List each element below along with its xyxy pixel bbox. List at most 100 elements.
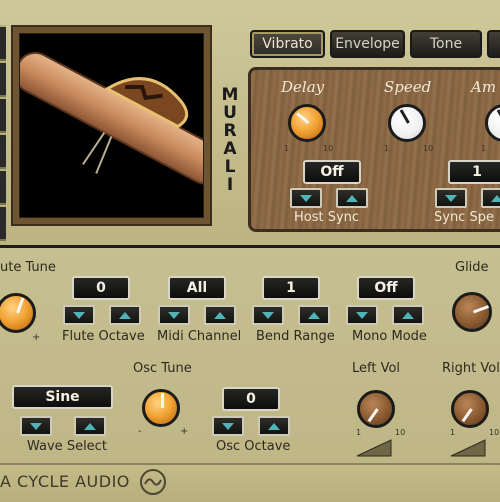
left-tab[interactable]	[0, 171, 6, 205]
bend-range-label: Bend Range	[256, 329, 335, 344]
brand-logo-icon	[140, 469, 166, 495]
osc-tune-knob[interactable]	[142, 389, 180, 427]
main-controls-panel: ute Tune + 0 Flute Octave All Midi Chann…	[0, 245, 500, 470]
tick-minus: -	[138, 426, 142, 437]
osc-octave-label: Osc Octave	[216, 439, 291, 454]
flute-picture-frame	[11, 25, 212, 226]
product-letter: A	[223, 139, 237, 159]
tick-min: 1	[384, 144, 390, 153]
host-sync-down-button[interactable]	[290, 188, 322, 208]
left-vol-label: Left Vol	[352, 361, 401, 376]
product-letter: R	[223, 121, 237, 141]
sync-speed-label: Sync Spe	[434, 210, 494, 225]
knob-label-speed: Speed	[384, 78, 432, 96]
flute-octave-display: 0	[72, 276, 130, 300]
flute-octave-down-button[interactable]	[63, 305, 95, 325]
delay-knob[interactable]	[288, 104, 326, 142]
left-tab[interactable]	[0, 63, 6, 97]
left-tab[interactable]	[0, 27, 6, 61]
product-letter: L	[224, 157, 236, 177]
left-tab[interactable]	[0, 135, 6, 169]
arrow-down-icon	[262, 311, 274, 319]
midi-channel-label: Midi Channel	[157, 329, 242, 344]
vibrato-panel: Delay Speed Am 1 10 1 10 1 Off Host Sync…	[248, 67, 500, 232]
arrow-up-icon	[402, 311, 414, 319]
midi-channel-down-button[interactable]	[158, 305, 190, 325]
arrow-down-icon	[168, 311, 180, 319]
tick-max: 10	[395, 428, 406, 437]
arrow-up-icon	[268, 422, 280, 430]
tick-max: 10	[323, 144, 334, 153]
knob-label-delay: Delay	[281, 78, 325, 96]
glide-label: Glide	[455, 260, 489, 275]
bend-range-up-button[interactable]	[298, 305, 330, 325]
left-strip	[0, 25, 6, 241]
right-vol-label: Right Vol	[442, 361, 500, 376]
wave-select-down-button[interactable]	[20, 416, 52, 436]
arrow-down-icon	[222, 422, 234, 430]
flute-tune-knob[interactable]	[0, 293, 36, 333]
tab-vibrato[interactable]: Vibrato	[250, 30, 325, 58]
sync-speed-down-button[interactable]	[435, 188, 467, 208]
host-sync-label: Host Sync	[294, 210, 360, 225]
osc-octave-down-button[interactable]	[212, 416, 244, 436]
arrow-up-icon	[214, 311, 226, 319]
speed-knob[interactable]	[388, 104, 426, 142]
arrow-up-icon	[84, 422, 96, 430]
tick-min: 1	[356, 428, 362, 437]
tick-plus: +	[32, 332, 41, 343]
arrow-up-icon	[308, 311, 320, 319]
flute-octave-up-button[interactable]	[109, 305, 141, 325]
arrow-down-icon	[73, 311, 85, 319]
host-sync-up-button[interactable]	[336, 188, 368, 208]
flute-image	[19, 33, 204, 218]
arrow-down-icon	[300, 194, 312, 202]
brand-name: A CYCLE AUDIO	[0, 472, 130, 491]
arrow-down-icon	[445, 194, 457, 202]
tick-max: 10	[489, 428, 500, 437]
bend-range-down-button[interactable]	[252, 305, 284, 325]
wave-select-display: Sine	[12, 385, 113, 409]
product-letter: M	[221, 85, 239, 105]
left-tab[interactable]	[0, 99, 6, 133]
arrow-up-icon	[491, 194, 500, 202]
footer: A CYCLE AUDIO	[0, 463, 500, 502]
wave-select-up-button[interactable]	[74, 416, 106, 436]
mono-mode-display: Off	[357, 276, 415, 300]
tab-envelope[interactable]: Envelope	[330, 30, 405, 58]
glide-knob[interactable]	[452, 292, 492, 332]
tick-plus: +	[180, 426, 189, 437]
osc-tune-label: Osc Tune	[133, 361, 192, 376]
left-vol-knob[interactable]	[357, 390, 395, 428]
mono-mode-up-button[interactable]	[392, 305, 424, 325]
volume-ramp-icon	[356, 439, 392, 457]
mono-mode-down-button[interactable]	[346, 305, 378, 325]
mono-mode-label: Mono Mode	[352, 329, 427, 344]
osc-octave-display: 0	[222, 387, 280, 411]
sync-speed-display: 1	[448, 160, 500, 184]
bend-range-display: 1	[262, 276, 320, 300]
flute-octave-label: Flute Octave	[62, 329, 145, 344]
right-vol-knob[interactable]	[451, 390, 489, 428]
tab-tone[interactable]: Tone	[410, 30, 482, 58]
tick-max: 10	[423, 144, 434, 153]
midi-channel-up-button[interactable]	[204, 305, 236, 325]
tab-more[interactable]	[487, 30, 500, 58]
flute-tune-label: ute Tune	[0, 260, 56, 275]
midi-channel-display: All	[168, 276, 226, 300]
volume-ramp-icon	[450, 439, 486, 457]
tick-min: 1	[284, 144, 290, 153]
product-letter: I	[226, 175, 234, 195]
product-name-vertical: M U R A L I	[220, 86, 240, 194]
arrow-down-icon	[30, 422, 42, 430]
left-tab[interactable]	[0, 207, 6, 241]
amount-knob[interactable]	[485, 104, 500, 142]
sync-speed-up-button[interactable]	[481, 188, 500, 208]
flute-illustration	[20, 51, 203, 185]
osc-octave-up-button[interactable]	[258, 416, 290, 436]
arrow-up-icon	[346, 194, 358, 202]
tick-min: 1	[450, 428, 456, 437]
knob-label-amount: Am	[471, 78, 497, 96]
host-sync-display: Off	[303, 160, 361, 184]
wave-select-label: Wave Select	[27, 439, 107, 454]
